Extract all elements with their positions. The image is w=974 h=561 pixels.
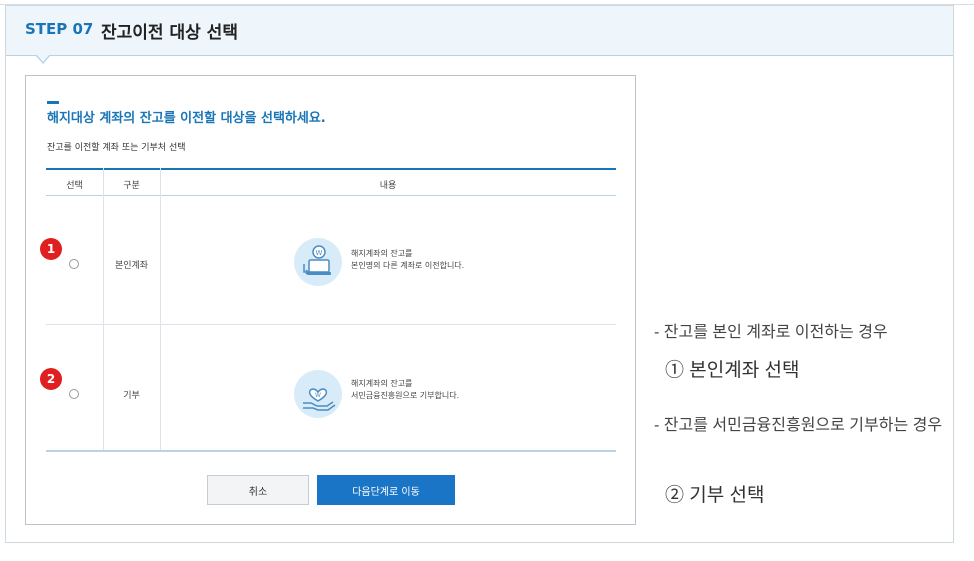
selection-title: 해지대상 계좌의 잔고를 이전할 대상을 선택하세요. bbox=[47, 111, 326, 126]
step-number: STEP 07 bbox=[25, 20, 94, 38]
selection-table: 선택 구분 내용 1 본인계좌 W 해지계좌의 잔고를 본인명의 다른 계좌로 … bbox=[40, 168, 616, 452]
svg-text:W: W bbox=[315, 392, 321, 399]
selection-subtitle: 잔고를 이전할 계좌 또는 기부처 선택 bbox=[47, 143, 186, 153]
screenshot-frame: 해지대상 계좌의 잔고를 이전할 대상을 선택하세요. 잔고를 이전할 계좌 또… bbox=[25, 75, 636, 525]
row-description: 해지계좌의 잔고를 서민금융진흥원으로 기부합니다. bbox=[351, 378, 459, 402]
column-header-type: 구분 bbox=[123, 181, 140, 191]
row-description: 해지계좌의 잔고를 본인명의 다른 계좌로 이전합니다. bbox=[351, 248, 464, 272]
row-type-label: 기부 bbox=[123, 391, 140, 401]
step-badge-1: 1 bbox=[40, 238, 62, 260]
table-bottom-border bbox=[46, 450, 616, 452]
table-header: 선택 구분 내용 bbox=[46, 168, 616, 196]
step-header: STEP 07 잔고이전 대상 선택 bbox=[6, 6, 953, 56]
header-pointer-fill bbox=[36, 54, 50, 62]
column-header-content: 내용 bbox=[379, 181, 397, 191]
description-line: 서민금융진흥원으로 기부합니다. bbox=[351, 391, 460, 400]
step-badge-2: 2 bbox=[40, 368, 62, 390]
donation-hand-icon: W bbox=[294, 370, 342, 418]
row-divider bbox=[46, 324, 616, 325]
cancel-button[interactable]: 취소 bbox=[207, 475, 309, 505]
title-accent-bar bbox=[47, 101, 59, 104]
side-choice-donation: ② 기부 선택 bbox=[665, 485, 765, 506]
side-choice-own-account: ① 본인계좌 선택 bbox=[665, 360, 800, 381]
description-line: 해지계좌의 잔고를 bbox=[351, 249, 413, 258]
step-title: 잔고이전 대상 선택 bbox=[101, 23, 238, 43]
column-divider bbox=[160, 168, 161, 452]
svg-text:W: W bbox=[316, 249, 323, 257]
side-note-donation: - 잔고를 서민금융진흥원으로 기부하는 경우 bbox=[654, 417, 943, 434]
column-header-select: 선택 bbox=[66, 181, 83, 191]
row-type-label: 본인계좌 bbox=[114, 261, 149, 271]
side-note-own-account: - 잔고를 본인 계좌로 이전하는 경우 bbox=[654, 324, 888, 341]
radio-donation[interactable] bbox=[69, 389, 79, 399]
column-divider bbox=[103, 168, 104, 452]
account-transfer-icon: W bbox=[294, 238, 342, 286]
next-step-button[interactable]: 다음단계로 이동 bbox=[317, 475, 455, 505]
radio-own-account[interactable] bbox=[69, 259, 79, 269]
description-line: 본인명의 다른 계좌로 이전합니다. bbox=[351, 261, 465, 270]
description-line: 해지계좌의 잔고를 bbox=[351, 379, 413, 388]
step-panel: STEP 07 잔고이전 대상 선택 해지대상 계좌의 잔고를 이전할 대상을 … bbox=[5, 5, 954, 543]
